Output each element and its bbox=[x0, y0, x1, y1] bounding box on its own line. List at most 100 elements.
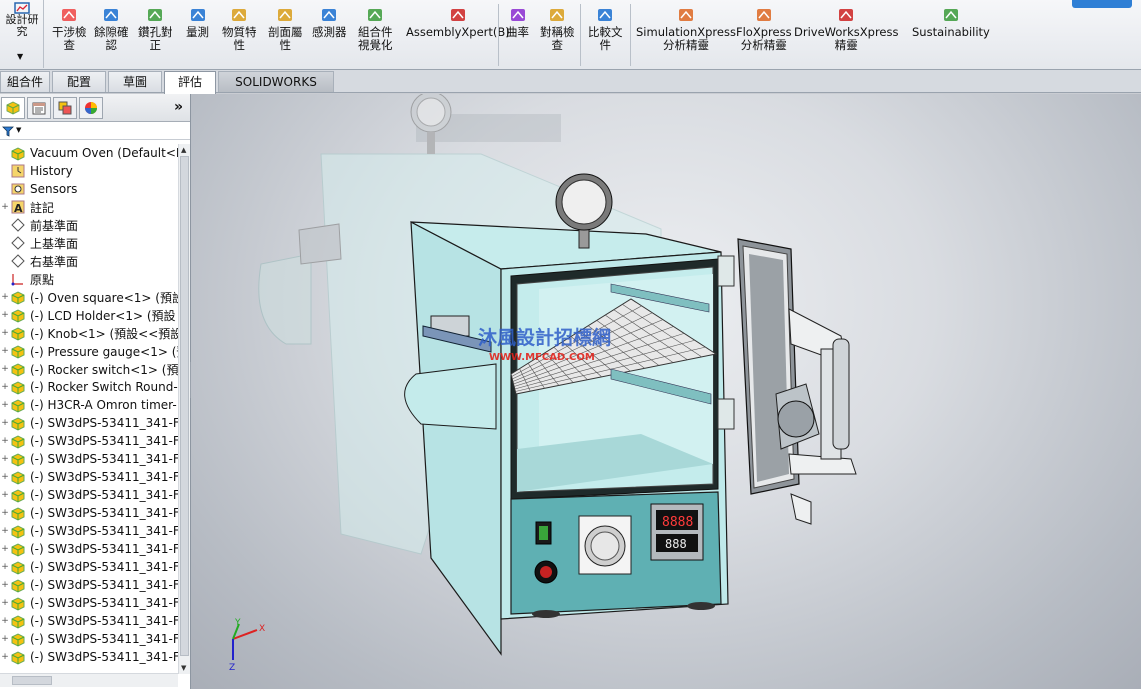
tree-item[interactable]: + (-) SW3dPS-53411_341-F bbox=[0, 594, 178, 612]
tree-item[interactable]: + (-) SW3dPS-53411_341-F bbox=[0, 630, 178, 648]
featuremanager-tab[interactable] bbox=[1, 97, 25, 119]
chevron-down-icon[interactable]: ▼ bbox=[17, 52, 23, 61]
floxpress-button[interactable]: FloXpress 分析精靈 bbox=[736, 6, 792, 52]
sensor-icon bbox=[322, 9, 337, 21]
scroll-down-icon[interactable]: ▼ bbox=[181, 664, 186, 672]
expand-node-icon[interactable]: + bbox=[0, 616, 10, 626]
tree-item[interactable]: + (-) Pressure gauge<1> (預 bbox=[0, 342, 178, 360]
tree-item[interactable]: + (-) SW3dPS-53411_341-F bbox=[0, 576, 178, 594]
tab-2[interactable]: 配置 bbox=[52, 71, 106, 92]
tree-item[interactable]: + (-) Oven square<1> (預設 bbox=[0, 288, 178, 306]
expand-node-icon[interactable]: + bbox=[0, 598, 10, 608]
tree-item-label: (-) LCD Holder<1> (預設 bbox=[30, 308, 176, 323]
expand-node-icon[interactable]: + bbox=[0, 382, 10, 392]
sensor-button[interactable]: 感測器 bbox=[312, 6, 347, 39]
configurationmanager-tab[interactable] bbox=[53, 97, 77, 119]
curvature-button[interactable]: 曲率 bbox=[506, 6, 529, 39]
expand-panel-button[interactable]: » bbox=[174, 99, 183, 115]
tree-item[interactable]: Sensors bbox=[0, 180, 178, 198]
expand-node-icon[interactable]: + bbox=[0, 580, 10, 590]
tree-item[interactable]: + (-) SW3dPS-53411_341-F bbox=[0, 432, 178, 450]
ribbon-button-label: 曲率 bbox=[506, 25, 529, 39]
assemblyxpert-icon bbox=[450, 9, 465, 21]
part-icon bbox=[11, 381, 25, 395]
tree-item[interactable]: + (-) Rocker Switch Round- bbox=[0, 378, 178, 396]
tab-4[interactable]: 評估 bbox=[164, 71, 216, 94]
tree-item[interactable]: History bbox=[0, 162, 178, 180]
expand-node-icon[interactable]: + bbox=[0, 508, 10, 518]
vacuum-oven-model[interactable]: 8888 888 沐風設計招標網 WWW.MFCAD.COM X Y Z bbox=[191, 94, 1141, 689]
expand-node-icon[interactable]: + bbox=[0, 436, 10, 446]
propertymanager-tab[interactable] bbox=[27, 97, 51, 119]
hole-alignment-button[interactable]: 鑽孔對 正 bbox=[138, 6, 173, 52]
measure-icon bbox=[190, 9, 205, 21]
tree-item[interactable]: + (-) SW3dPS-53411_341-F bbox=[0, 450, 178, 468]
tree-vertical-scrollbar[interactable]: ▲ ▼ bbox=[178, 144, 190, 674]
assembly-visualization-button[interactable]: 組合件 視覺化 bbox=[358, 6, 393, 52]
tab-5[interactable]: SOLIDWORKS MBD bbox=[218, 71, 334, 109]
ribbon-button-label: 感測器 bbox=[312, 25, 347, 39]
tree-item[interactable]: + (-) Rocker switch<1> (預設 bbox=[0, 360, 178, 378]
tree-item[interactable]: 前基準面 bbox=[0, 216, 178, 234]
tree-item[interactable]: + (-) H3CR-A Omron timer- bbox=[0, 396, 178, 414]
expand-node-icon[interactable]: + bbox=[0, 202, 10, 212]
sensors-icon bbox=[11, 183, 25, 195]
tree-item[interactable]: + (-) SW3dPS-53411_341-F bbox=[0, 648, 178, 666]
expand-node-icon[interactable]: + bbox=[0, 310, 10, 320]
design-study-button[interactable]: 設計研 究 ▼ bbox=[0, 0, 44, 68]
expand-node-icon[interactable]: + bbox=[0, 526, 10, 536]
expand-node-icon[interactable]: + bbox=[0, 346, 10, 356]
plane-icon bbox=[11, 236, 25, 250]
tree-item[interactable]: + (-) SW3dPS-53411_341-F bbox=[0, 558, 178, 576]
interference-check-button[interactable]: 干涉檢 查 bbox=[52, 6, 87, 52]
scroll-thumb[interactable] bbox=[180, 156, 189, 656]
tree-item[interactable]: + (-) SW3dPS-53411_341-F bbox=[0, 486, 178, 504]
tree-item[interactable]: 原點 bbox=[0, 270, 178, 288]
assemblyxpert-button[interactable]: AssemblyXpert(B) bbox=[406, 6, 510, 39]
expand-node-icon[interactable]: + bbox=[0, 364, 10, 374]
expand-node-icon[interactable]: + bbox=[0, 472, 10, 482]
measure-button[interactable]: 量測 bbox=[186, 6, 209, 39]
expand-node-icon[interactable]: + bbox=[0, 544, 10, 554]
expand-node-icon[interactable]: + bbox=[0, 328, 10, 338]
expand-node-icon[interactable]: + bbox=[0, 490, 10, 500]
tab-3[interactable]: 草圖 bbox=[108, 71, 162, 92]
tab-1[interactable]: 組合件 bbox=[0, 71, 50, 92]
expand-node-icon[interactable]: + bbox=[0, 634, 10, 644]
tree-item[interactable]: + (-) SW3dPS-53411_341-F bbox=[0, 522, 178, 540]
displaymanager-tab[interactable] bbox=[79, 97, 103, 119]
section-properties-button[interactable]: 剖面屬 性 bbox=[268, 6, 303, 52]
symmetry-check-button[interactable]: 對稱檢 查 bbox=[540, 6, 575, 52]
driveworksxpress-button[interactable]: DriveWorksXpress 精靈 bbox=[794, 6, 898, 52]
tree-item[interactable]: + (-) SW3dPS-53411_341-F bbox=[0, 504, 178, 522]
clearance-verification-button[interactable]: 餘隙確 認 bbox=[94, 6, 129, 52]
tree-item[interactable]: + (-) Knob<1> (預設<<預設 bbox=[0, 324, 178, 342]
expand-node-icon[interactable]: + bbox=[0, 652, 10, 662]
tree-item[interactable]: + (-) SW3dPS-53411_341-F bbox=[0, 540, 178, 558]
tree-item[interactable]: + (-) SW3dPS-53411_341-F bbox=[0, 612, 178, 630]
tree-filter[interactable]: ▼ bbox=[0, 123, 190, 140]
tree-item[interactable]: + A 註記 bbox=[0, 198, 178, 216]
sustainability-button[interactable]: Sustainability bbox=[912, 6, 990, 39]
graphics-viewport[interactable]: 8888 888 沐風設計招標網 WWW.MFCAD.COM X Y Z bbox=[191, 94, 1141, 689]
part-icon bbox=[11, 507, 25, 521]
expand-node-icon[interactable]: + bbox=[0, 454, 10, 464]
simulationxpress-button[interactable]: SimulationXpress 分析精靈 bbox=[636, 6, 736, 52]
tree-horizontal-scrollbar[interactable] bbox=[0, 673, 178, 687]
tree-item[interactable]: 右基準面 bbox=[0, 252, 178, 270]
compare-documents-button[interactable]: 比較文 件 bbox=[588, 6, 623, 52]
scroll-thumb[interactable] bbox=[12, 676, 52, 685]
expand-node-icon[interactable]: + bbox=[0, 292, 10, 302]
tree-item[interactable]: + (-) SW3dPS-53411_341-F bbox=[0, 414, 178, 432]
mass-properties-button[interactable]: 物質特 性 bbox=[222, 6, 257, 52]
expand-node-icon[interactable]: + bbox=[0, 400, 10, 410]
tree-item[interactable]: + (-) LCD Holder<1> (預設 bbox=[0, 306, 178, 324]
expand-node-icon[interactable]: + bbox=[0, 418, 10, 428]
expand-node-icon[interactable]: + bbox=[0, 562, 10, 572]
command-manager-ribbon: 設計研 究 ▼ 干涉檢 查餘隙確 認鑽孔對 正量測 物質特 性剖面屬 性感測器 組合… bbox=[0, 0, 1141, 70]
tree-item[interactable]: 上基準面 bbox=[0, 234, 178, 252]
tree-item[interactable]: + (-) SW3dPS-53411_341-F bbox=[0, 468, 178, 486]
tree-item-label: (-) SW3dPS-53411_341-F bbox=[30, 650, 178, 664]
scroll-up-icon[interactable]: ▲ bbox=[181, 146, 186, 154]
tree-item[interactable]: Vacuum Oven (Default<Def bbox=[0, 144, 178, 162]
